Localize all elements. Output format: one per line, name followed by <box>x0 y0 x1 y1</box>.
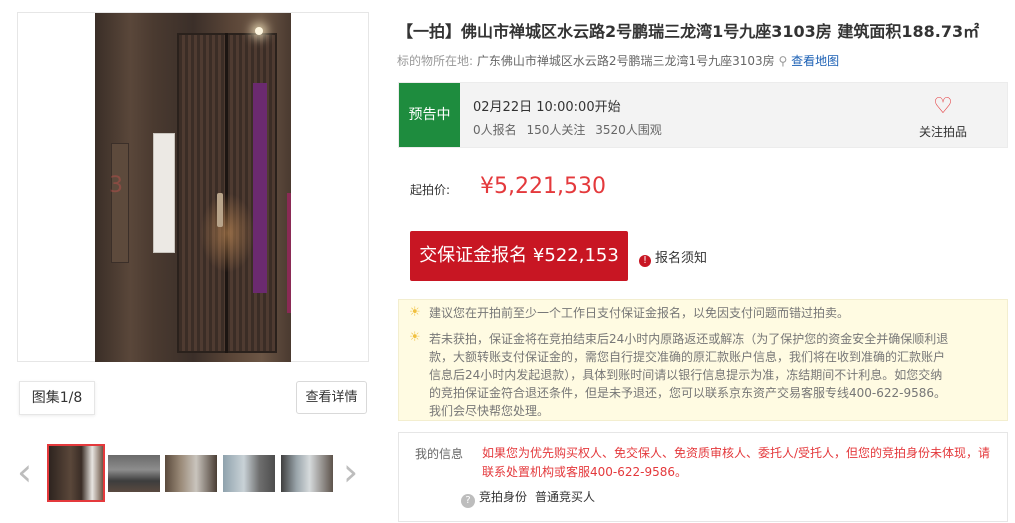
bidder-role-value: 普通竞买人 <box>535 490 596 504</box>
my-info-label: 我的信息 <box>415 447 464 461</box>
status-badge: 预告中 <box>399 83 460 147</box>
location-row: 标的物所在地: 广东佛山市禅城区水云路2号鹏瑞三龙湾1号九座3103房 ⚲ 查看… <box>397 52 839 69</box>
location-label: 标的物所在地: <box>397 54 474 68</box>
tip-line-2: 若未获拍，保证金将在竞拍结束后24小时内原路返还或解冻（为了保护您的资金安全并确… <box>429 332 949 346</box>
follow-item-button[interactable]: ♡ 关注拍品 <box>913 95 973 140</box>
pay-deposit-register-button[interactable]: 交保证金报名 ¥522,153 <box>410 231 628 281</box>
main-photo[interactable]: 3 <box>17 12 369 362</box>
registration-notice-label: 报名须知 <box>655 251 708 266</box>
lightbulb-icon: ☀ <box>409 330 421 345</box>
follow-label: 关注拍品 <box>918 125 967 139</box>
location-address: 广东佛山市禅城区水云路2号鹏瑞三龙湾1号九座3103房 <box>476 54 775 68</box>
auction-status-box: 预告中 02月22日 10:00:00开始 0人报名 150人关注 3520人围… <box>398 82 1008 148</box>
tip-line-5: 的竞拍保证金符合退还条件，但是未予退还，您可以联系京东资产交易客服专线400-6… <box>429 386 947 400</box>
follower-count: 150人关注 <box>526 123 586 137</box>
question-icon[interactable]: ? <box>461 494 475 508</box>
thumbnail-5[interactable] <box>281 455 333 492</box>
my-info-box: 我的信息 如果您为优先购买权人、免交保人、免资质审核人、委托人/受托人，但您的竞… <box>398 432 1008 522</box>
posted-notice <box>153 133 175 253</box>
gallery-count: 图集1/8 <box>19 381 95 415</box>
wall-panel <box>111 143 129 263</box>
heart-plus-icon: ♡ <box>933 94 953 119</box>
thumbnail-4[interactable] <box>223 455 275 492</box>
side-banner <box>287 193 291 313</box>
prev-thumb-arrow-icon[interactable]: ‹ <box>17 453 32 491</box>
lightbulb-icon: ☀ <box>409 305 421 320</box>
welcome-banner <box>253 83 267 293</box>
map-pin-icon: ⚲ <box>778 54 788 68</box>
tip-line-1: 建议您在开拍前至少一个工作日支付保证金报名，以免因支付问题而错过拍卖。 <box>429 306 850 320</box>
bidder-role-label: 竞拍身份 <box>479 490 528 504</box>
auction-stats: 0人报名 150人关注 3520人围观 <box>473 121 668 138</box>
watermark: 3 <box>109 173 124 198</box>
registration-notice-link[interactable]: ! 报名须知 <box>639 247 707 267</box>
auction-start-time: 02月22日 10:00:00开始 <box>473 100 621 115</box>
view-details-button[interactable]: 查看详情 <box>296 381 367 414</box>
door-light <box>200 193 255 273</box>
tip-line-6: 我们会尽快帮您处理。 <box>429 404 550 418</box>
deposit-tips-box: ☀ 建议您在开拍前至少一个工作日支付保证金报名，以免因支付问题而错过拍卖。 ☀ … <box>398 299 1008 421</box>
property-door-image: 3 <box>95 13 291 362</box>
view-map-link[interactable]: 查看地图 <box>791 54 839 68</box>
signup-count: 0人报名 <box>473 123 517 137</box>
door-handle <box>217 193 223 227</box>
starting-price-label: 起拍价: <box>410 183 451 197</box>
tip-line-4: 信息后24小时内发起退款），具体到账时间请以银行信息提示为准，冻结期间不计利息。… <box>429 368 943 382</box>
thumbnail-1[interactable] <box>47 444 105 502</box>
ceiling-lamp <box>255 27 263 35</box>
next-thumb-arrow-icon[interactable]: › <box>343 453 358 491</box>
tip-line-3: 款，大额转账支付保证金的，需您自行提交准确的原汇款账户信息，我们将在收到准确的汇… <box>429 350 946 364</box>
my-info-warning: 如果您为优先购买权人、免交保人、免资质审核人、委托人/受托人，但您的竞拍身份未体… <box>482 446 991 479</box>
info-icon: ! <box>639 255 651 267</box>
listing-title: 【一拍】佛山市禅城区水云路2号鹏瑞三龙湾1号九座3103房 建筑面积188.73… <box>397 22 980 41</box>
viewer-count: 3520人围观 <box>595 123 662 137</box>
starting-price-value: ¥5,221,530 <box>480 174 606 199</box>
thumbnail-3[interactable] <box>165 455 217 492</box>
bidder-role-row: ? 竞拍身份 普通竞买人 <box>461 488 595 508</box>
thumbnail-2[interactable] <box>108 455 160 492</box>
